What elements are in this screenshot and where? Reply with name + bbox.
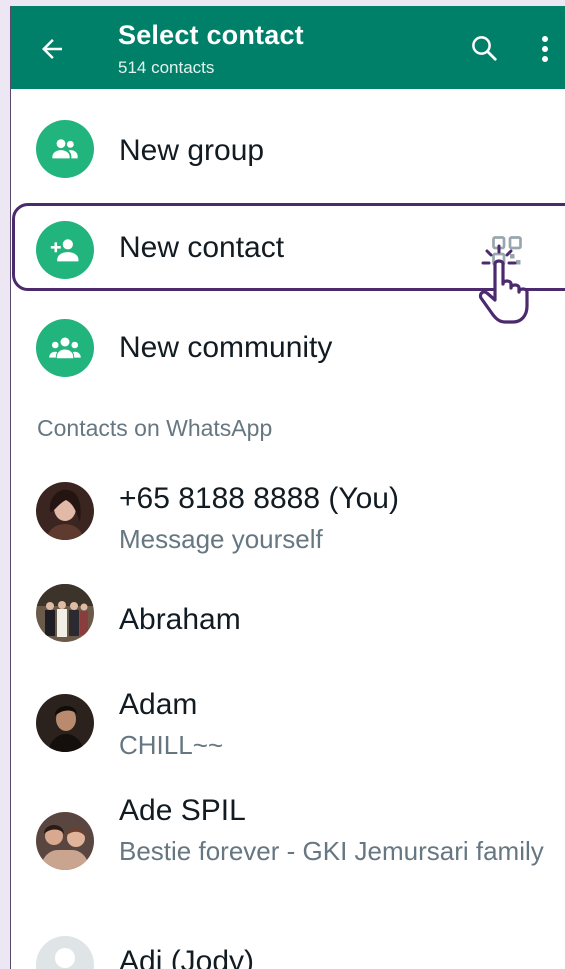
new-community-row[interactable]: New community: [11, 303, 565, 393]
avatar: [36, 482, 94, 540]
contact-row[interactable]: Adi (Jody): [11, 926, 565, 969]
contact-name: Adi (Jody): [119, 945, 255, 969]
avatar: [36, 584, 94, 642]
contact-name: +65 8188 8888 (You): [119, 482, 399, 515]
contact-row[interactable]: Abraham: [11, 579, 565, 657]
group-icon: [36, 120, 94, 178]
contact-count: 514 contacts: [118, 58, 215, 77]
avatar: [36, 812, 94, 870]
contact-status: Bestie forever - GKI Jemursari family: [119, 836, 544, 866]
contact-status: CHILL~~: [119, 730, 224, 760]
section-header: Contacts on WhatsApp: [37, 415, 273, 441]
new-community-label: New community: [119, 331, 333, 364]
contact-name: Abraham: [119, 603, 241, 636]
community-icon: [36, 319, 94, 377]
more-vert-icon[interactable]: [539, 34, 551, 64]
contact-row[interactable]: Adam CHILL~~: [11, 681, 565, 769]
avatar: [36, 694, 94, 752]
new-group-label: New group: [119, 134, 265, 167]
new-group-row[interactable]: New group: [11, 106, 565, 194]
contact-name: Adam: [119, 688, 198, 721]
arrow-left-icon[interactable]: [37, 34, 67, 64]
contact-row[interactable]: Ade SPIL Bestie forever - GKI Jemursari …: [11, 786, 565, 896]
search-icon[interactable]: [469, 33, 499, 63]
app-bar: Select contact 514 contacts: [11, 6, 565, 89]
contact-status: Message yourself: [119, 524, 323, 554]
contact-name: Ade SPIL: [119, 794, 246, 827]
page-title: Select contact: [118, 20, 304, 50]
contact-row[interactable]: +65 8188 8888 (You) Message yourself: [11, 474, 565, 562]
avatar-placeholder-icon: [36, 936, 94, 969]
phone-screen: Select contact 514 contacts New group Ne…: [10, 6, 565, 969]
